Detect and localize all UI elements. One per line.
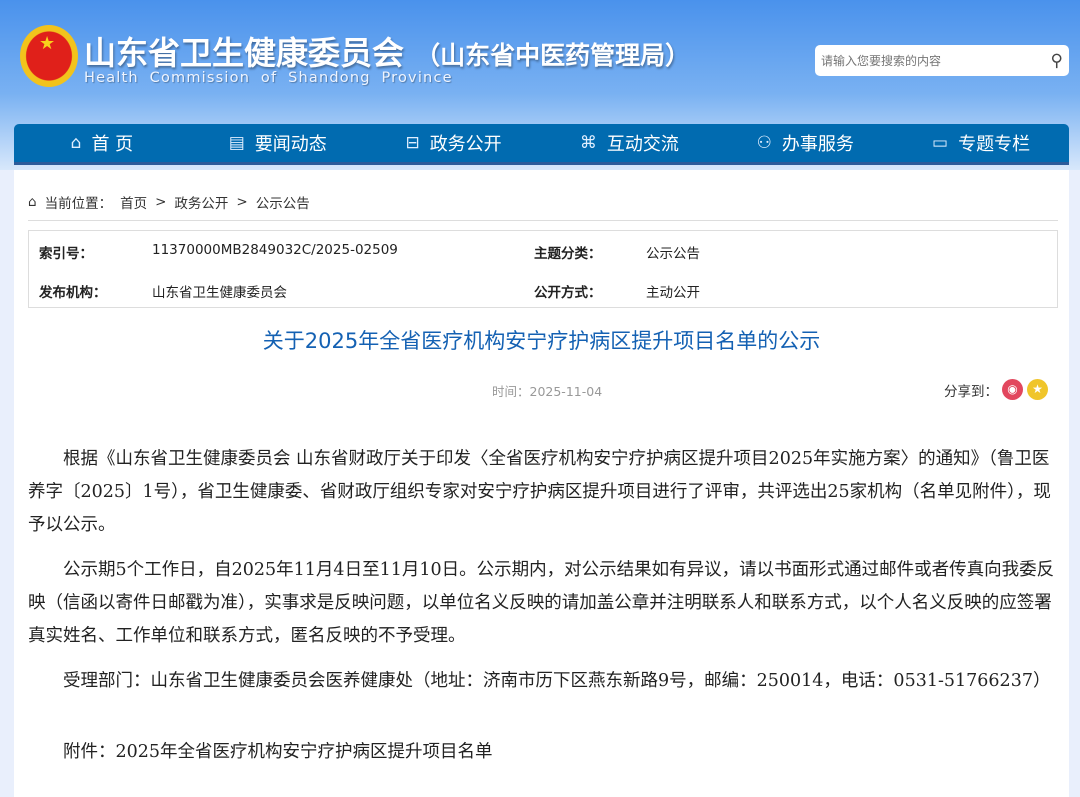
mode-value: 主动公开	[646, 285, 700, 301]
nav-label: 专题专栏	[958, 134, 1031, 155]
breadcrumb-home[interactable]: 首页	[120, 192, 147, 212]
nav-services[interactable]: ⚇ 办事服务	[717, 124, 893, 162]
nav-label: 办事服务	[781, 134, 854, 155]
divider	[28, 220, 1058, 221]
nav-label: 政务公开	[429, 134, 502, 155]
search-box: ⚲	[815, 45, 1069, 76]
home-icon: ⌂	[70, 133, 82, 153]
index-label: 索引号：	[39, 246, 93, 262]
publisher-value: 山东省卫生健康委员会	[152, 285, 287, 301]
weibo-share-icon[interactable]: ◉	[1002, 379, 1023, 400]
breadcrumb-label: 当前位置：	[44, 196, 113, 212]
site-subtitle: Health Commission of Shandong Province	[84, 70, 453, 86]
nav-label: 首 页	[91, 134, 134, 155]
nav-news[interactable]: ▤ 要闻动态	[190, 124, 366, 162]
category-value: 公示公告	[646, 246, 700, 262]
nav-topics[interactable]: ▭ 专题专栏	[893, 124, 1069, 162]
publisher-label: 发布机构：	[39, 285, 107, 301]
search-icon[interactable]: ⚲	[1051, 51, 1063, 71]
paragraph: 受理部门：山东省卫生健康委员会医养健康处（地址：济南市历下区燕东新路9号，邮编：…	[63, 671, 1051, 691]
paragraph: 公示期5个工作日，自2025年11月4日至11月10日。公示期内，对公示结果如有…	[28, 560, 1055, 646]
meta-table: 索引号： 11370000MB2849032C/2025-02509 主题分类：…	[28, 230, 1058, 308]
article-body: 根据《山东省卫生健康委员会 山东省财政厅关于印发〈全省医疗机构安宁疗护病区提升项…	[28, 443, 1058, 781]
service-icon: ⚇	[756, 133, 772, 153]
breadcrumb-gov-affairs[interactable]: 政务公开	[174, 192, 228, 212]
site-title[interactable]: 山东省卫生健康委员会 （山东省中医药管理局）	[84, 28, 690, 74]
publish-time: 时间：2025-11-04	[492, 384, 603, 399]
site-title-suffix: （山东省中医药管理局）	[415, 41, 691, 70]
main-nav: ⌂ 首 页 ▤ 要闻动态 ⊟ 政务公开 ⌘ 互动交流 ⚇ 办事服务 ▭ 专题专栏	[14, 124, 1069, 165]
main-content: ⌂ 当前位置： 首页 > 政务公开 > 公示公告 索引号： 11370000MB…	[14, 170, 1069, 797]
breadcrumb-separator: >	[155, 194, 167, 210]
favorite-share-icon[interactable]: ★	[1027, 379, 1048, 400]
article-title: 关于2025年全省医疗机构安宁疗护病区提升项目名单的公示	[262, 329, 821, 353]
nav-home[interactable]: ⌂ 首 页	[14, 124, 190, 162]
home-icon: ⌂	[28, 194, 37, 210]
mode-label: 公开方式：	[534, 285, 602, 301]
site-title-text: 山东省卫生健康委员会	[84, 34, 405, 72]
news-icon: ▤	[228, 133, 245, 153]
breadcrumb-notices[interactable]: 公示公告	[256, 192, 310, 212]
paragraph: 根据《山东省卫生健康委员会 山东省财政厅关于印发〈全省医疗机构安宁疗护病区提升项…	[28, 449, 1051, 535]
breadcrumb-separator: >	[236, 194, 248, 210]
share-bar: 分享到： ◉ ★	[944, 379, 1048, 400]
index-value: 11370000MB2849032C/2025-02509	[152, 242, 398, 258]
national-emblem-logo: ★	[20, 25, 78, 87]
briefcase-icon: ⊟	[405, 133, 420, 153]
category-label: 主题分类：	[534, 246, 602, 262]
share-label: 分享到：	[944, 383, 998, 400]
breadcrumb: ⌂ 当前位置： 首页 > 政务公开 > 公示公告	[28, 192, 310, 212]
nav-label: 互动交流	[606, 134, 679, 155]
nav-gov-affairs[interactable]: ⊟ 政务公开	[366, 124, 542, 162]
search-input[interactable]	[821, 53, 1051, 68]
attachment-link[interactable]: 附件：2025年全省医疗机构安宁疗护病区提升项目名单	[28, 736, 1058, 769]
nav-interaction[interactable]: ⌘ 互动交流	[541, 124, 717, 162]
topic-icon: ▭	[932, 133, 949, 153]
nav-label: 要闻动态	[254, 134, 327, 155]
interact-icon: ⌘	[579, 133, 597, 153]
